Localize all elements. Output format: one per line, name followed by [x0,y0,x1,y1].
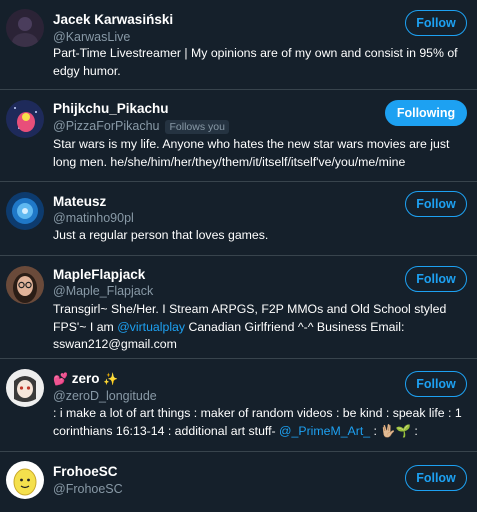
user-cell[interactable]: MapleFlapjack @Maple_Flapjack Follow Tra… [0,256,477,359]
avatar[interactable] [6,192,44,230]
user-handle[interactable]: @matinho90pl [53,211,134,225]
bio-text: : 🖖🏼🌱 : [370,423,418,438]
follow-button[interactable]: Follow [405,191,467,217]
user-name[interactable]: FrohoeSC [53,464,118,479]
user-handle[interactable]: @KarwasLive [53,30,130,44]
user-bio: Star wars is my life. Anyone who hates t… [53,137,450,169]
user-bio: Transgirl~ She/Her. I Stream ARPGS, F2P … [53,301,463,354]
user-name[interactable]: zero [72,371,100,386]
follow-button[interactable]: Follow [405,10,467,36]
user-handle[interactable]: @zeroD_longitude [53,389,157,403]
follow-button[interactable]: Follow [405,465,467,491]
user-cell[interactable]: Mateusz @matinho90pl Follow Just a regul… [0,182,477,256]
avatar[interactable] [6,369,44,407]
mention-link[interactable]: @_PrimeM_Art_ [279,424,370,438]
avatar[interactable] [6,100,44,138]
user-cell[interactable]: Phijkchu_Pikachu @PizzaForPikachu Follows… [0,90,477,182]
user-handle[interactable]: @FrohoeSC [53,482,123,496]
avatar[interactable] [6,461,44,499]
user-handle[interactable]: @Maple_Flapjack [53,284,153,298]
avatar[interactable] [6,266,44,304]
sparkles-icon: ✨ [103,372,119,386]
mention-link[interactable]: @virtualplay [117,320,185,334]
user-bio: : i make a lot of art things : maker of … [53,405,463,440]
user-handle-row: @PizzaForPikachu Follows you [53,119,229,134]
two-hearts-icon: 💕 [53,372,68,386]
following-button[interactable]: Following [385,100,467,126]
user-name[interactable]: Phijkchu_Pikachu [53,101,169,116]
user-name[interactable]: MapleFlapjack [53,267,145,282]
follows-you-badge: Follows you [165,120,229,134]
follow-button[interactable]: Follow [405,266,467,292]
user-name[interactable]: Mateusz [53,194,106,209]
user-bio: Just a regular person that loves games. [53,228,269,242]
follow-button[interactable]: Follow [405,371,467,397]
user-list: Jacek Karwasiński @KarwasLive Follow Par… [0,0,477,512]
user-bio: Part-Time Livestreamer | My opinions are… [53,46,458,78]
user-cell[interactable]: FrohoeSC @FrohoeSC Follow [0,452,477,512]
avatar[interactable] [6,9,44,47]
user-cell[interactable]: 💕 zero ✨ @zeroD_longitude Follow : i mak… [0,359,477,452]
user-name[interactable]: Jacek Karwasiński [53,12,173,27]
user-name-row[interactable]: 💕 zero ✨ [53,371,118,386]
user-cell[interactable]: Jacek Karwasiński @KarwasLive Follow Par… [0,0,477,90]
user-handle[interactable]: @PizzaForPikachu [53,119,159,133]
